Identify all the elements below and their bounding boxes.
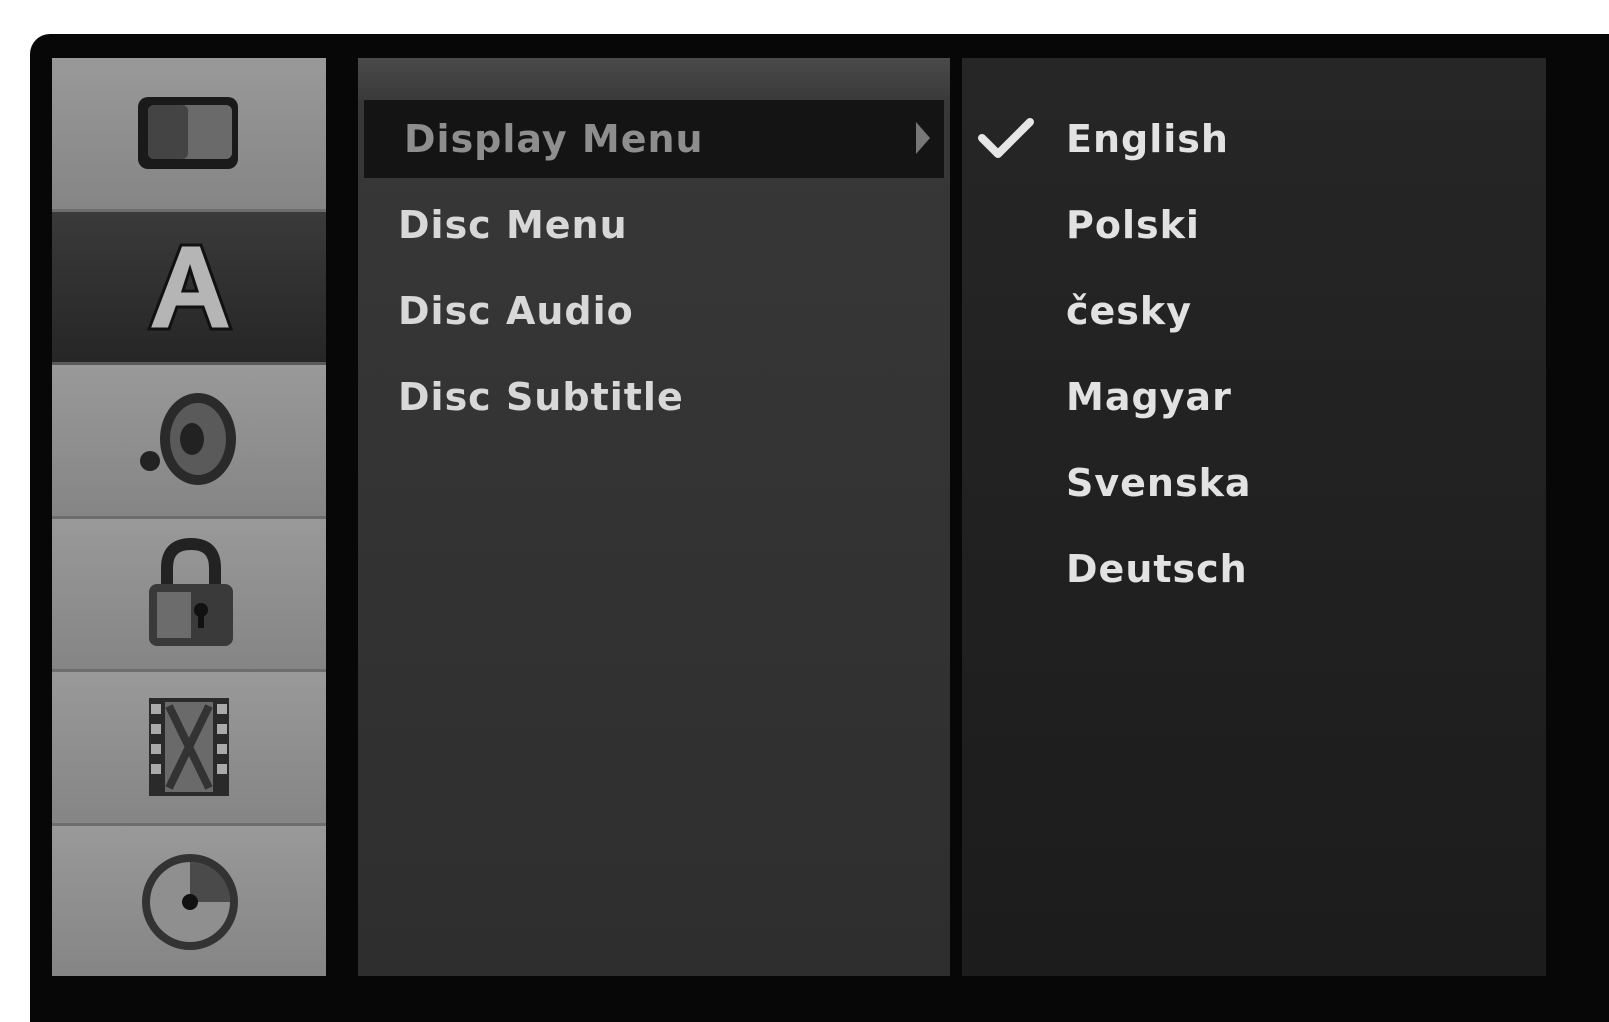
menu-item-disc-subtitle[interactable]: Disc Subtitle (358, 358, 950, 436)
language-options-panel: English Polski česky Magyar Svenska Deut… (962, 58, 1546, 976)
menu-item-disc-audio[interactable]: Disc Audio (358, 272, 950, 350)
submenu-arrow-icon (916, 122, 930, 154)
menu-item-disc-menu[interactable]: Disc Menu (358, 186, 950, 264)
tv-icon (134, 93, 244, 173)
option-deutsch[interactable]: Deutsch (962, 530, 1546, 608)
sidebar-item-lock[interactable] (52, 518, 326, 672)
option-label: English (1066, 117, 1229, 161)
option-label: česky (1066, 289, 1192, 333)
sidebar-item-disc[interactable] (52, 825, 326, 976)
menu-item-label: Display Menu (404, 117, 704, 161)
setup-sidebar (52, 58, 326, 976)
option-svenska[interactable]: Svenska (962, 444, 1546, 522)
sidebar-item-language[interactable] (52, 211, 326, 365)
menu-item-label: Disc Audio (398, 289, 634, 333)
option-label: Polski (1066, 203, 1200, 247)
checkmark-icon (978, 116, 1034, 160)
language-menu-panel: Display Menu Disc Menu Disc Audio Disc S… (358, 58, 950, 976)
speaker-icon (134, 385, 244, 495)
option-label: Magyar (1066, 375, 1232, 419)
sidebar-item-audio[interactable] (52, 365, 326, 519)
option-label: Svenska (1066, 461, 1252, 505)
menu-item-display-menu[interactable]: Display Menu (364, 100, 944, 178)
disc-icon (134, 846, 244, 956)
option-polski[interactable]: Polski (962, 186, 1546, 264)
lock-icon (139, 536, 239, 652)
menu-item-label: Disc Menu (398, 203, 628, 247)
sidebar-item-general[interactable] (52, 58, 326, 212)
menu-item-label: Disc Subtitle (398, 375, 684, 419)
option-magyar[interactable]: Magyar (962, 358, 1546, 436)
option-label: Deutsch (1066, 547, 1248, 591)
option-cesky[interactable]: česky (962, 272, 1546, 350)
sidebar-item-recording[interactable] (52, 672, 326, 826)
option-english[interactable]: English (962, 100, 1546, 178)
film-icon (139, 692, 239, 802)
menu-header-strip (358, 58, 950, 100)
language-a-icon (139, 237, 239, 337)
